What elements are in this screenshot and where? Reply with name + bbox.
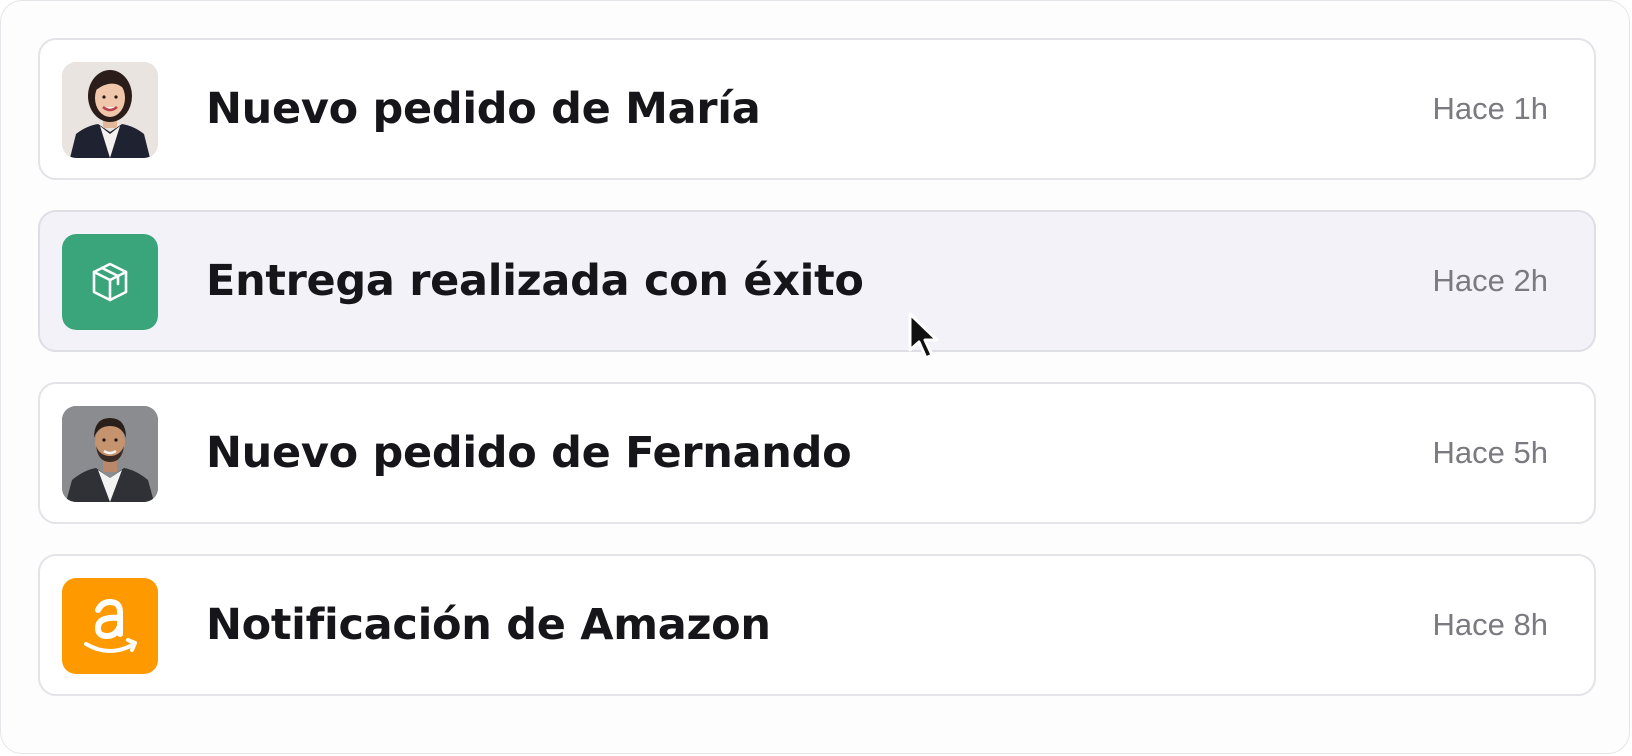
- notification-title: Notificación de Amazon: [206, 600, 771, 650]
- notification-time: Hace 2h: [1432, 263, 1548, 298]
- notification-time: Hace 1h: [1432, 91, 1548, 126]
- avatar-fernando: [62, 406, 158, 502]
- notification-time: Hace 5h: [1432, 435, 1548, 470]
- package-icon: [62, 234, 158, 330]
- amazon-icon: [62, 578, 158, 674]
- notification-title: Nuevo pedido de Fernando: [206, 428, 852, 478]
- notification-time: Hace 8h: [1432, 607, 1548, 642]
- notifications-panel: Nuevo pedido de María Hace 1h Entrega re…: [0, 0, 1630, 754]
- notification-item-maria-order[interactable]: Nuevo pedido de María Hace 1h: [38, 38, 1596, 180]
- notification-item-fernando-order[interactable]: Nuevo pedido de Fernando Hace 5h: [38, 382, 1596, 524]
- notification-title: Entrega realizada con éxito: [206, 256, 864, 306]
- avatar-maria: [62, 62, 158, 158]
- notification-title: Nuevo pedido de María: [206, 84, 761, 134]
- notification-item-delivery[interactable]: Entrega realizada con éxito Hace 2h: [38, 210, 1596, 352]
- mouse-cursor-icon: [908, 312, 942, 362]
- notification-item-amazon[interactable]: Notificación de Amazon Hace 8h: [38, 554, 1596, 696]
